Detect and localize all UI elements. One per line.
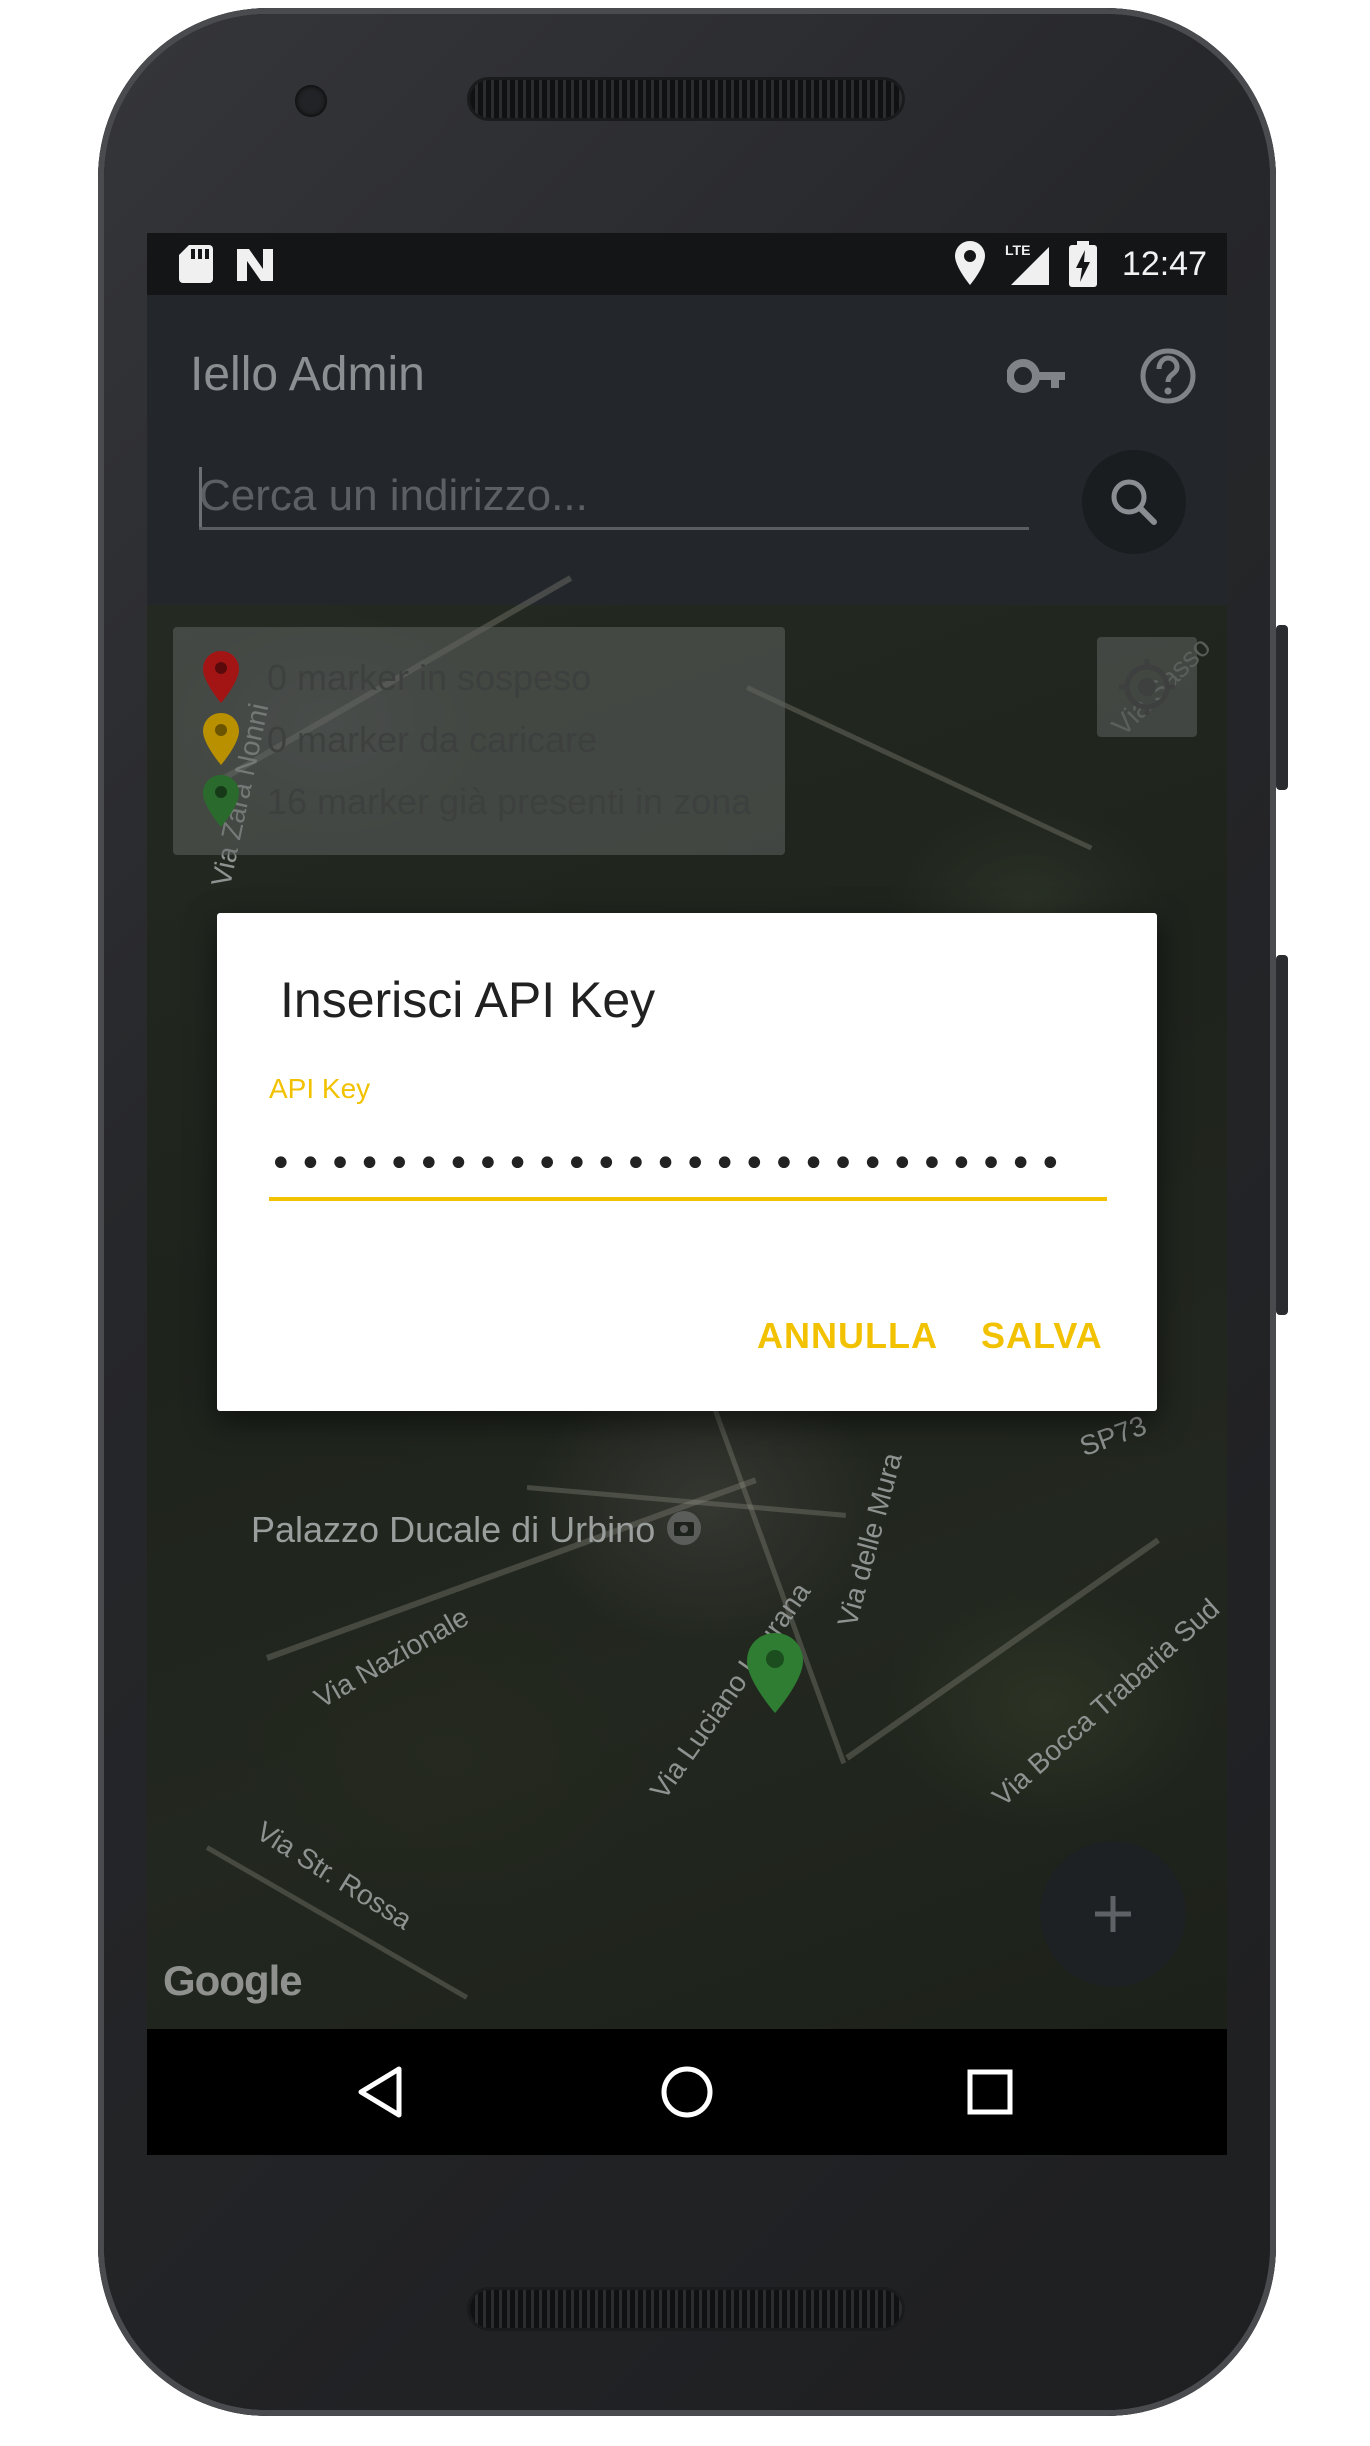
app-title: Iello Admin [190, 348, 425, 401]
nfc-n-icon [237, 249, 273, 281]
map-road [265, 1477, 757, 1661]
power-button [1276, 625, 1288, 790]
map-road [845, 1537, 1160, 1761]
legend-text: 0 marker da caricare [267, 719, 598, 760]
add-marker-fab[interactable] [1040, 1841, 1186, 1987]
map-label-palazzo: Palazzo Ducale di Urbino [251, 1509, 656, 1550]
search-icon [1111, 479, 1157, 525]
cancel-button[interactable]: ANNULLA [757, 1315, 938, 1357]
key-icon[interactable] [1007, 345, 1069, 407]
svg-text:LTE: LTE [1005, 242, 1030, 258]
map-road [745, 685, 1093, 851]
volume-rocker [1276, 955, 1288, 1315]
api-key-field-label: API Key [269, 1073, 371, 1104]
api-key-dialog: Inserisci API Key API Key ANNULLA SALVA [217, 913, 1157, 1411]
red-pin-icon [203, 651, 239, 703]
api-key-field[interactable] [269, 1131, 1107, 1201]
front-camera [295, 85, 327, 117]
legend-text: 0 marker in sospeso [267, 657, 592, 698]
search-button[interactable] [1082, 450, 1186, 554]
status-bar: LTE 12:47 [147, 233, 1227, 295]
earpiece-speaker [470, 80, 902, 118]
app-bar: Iello Admin [147, 295, 1227, 605]
map-label-street: Via Nazionale [309, 1601, 474, 1714]
camera-poi-icon [667, 1511, 701, 1545]
sd-card-icon [179, 245, 213, 283]
marker-pin-icon[interactable] [747, 1633, 803, 1713]
back-triangle-icon[interactable] [347, 2057, 417, 2127]
screen: LTE 12:47 Iello Admin Cerca un indirizzo… [147, 233, 1227, 2155]
help-circle-icon[interactable] [1137, 345, 1199, 407]
location-icon [955, 241, 985, 285]
green-pin-icon [203, 775, 239, 827]
legend-row-to-upload: 0 marker da caricare [173, 711, 785, 771]
lte-signal-icon: LTE [1005, 242, 1049, 285]
legend-row-pending: 0 marker in sospeso [173, 649, 785, 709]
plus-icon [1095, 1896, 1131, 1932]
map-label-street: Via delle Mura [831, 1449, 908, 1630]
text-caret [199, 467, 202, 527]
navigation-bar [147, 2029, 1227, 2155]
legend-row-present: 16 marker già presenti in zona [173, 773, 785, 833]
save-button[interactable]: SALVA [981, 1315, 1103, 1357]
legend-text: 16 marker già presenti in zona [267, 781, 752, 822]
recents-square-icon[interactable] [955, 2057, 1025, 2127]
my-location-button[interactable] [1097, 637, 1197, 737]
map-label-street: Via Bocca Trabaria Sud [986, 1592, 1226, 1813]
crosshair-location-icon [1119, 659, 1175, 715]
dialog-title: Inserisci API Key [280, 972, 656, 1028]
status-time: 12:47 [1121, 245, 1207, 283]
marker-legend: 0 marker in sospeso 0 marker da caricare… [173, 627, 785, 855]
google-attribution: Google [163, 1957, 303, 2004]
address-search-input[interactable] [199, 465, 1029, 530]
battery-charging-icon [1069, 241, 1097, 287]
bottom-speaker [470, 2290, 902, 2328]
map-label-street: SP73 [1075, 1409, 1151, 1463]
yellow-pin-icon [203, 713, 239, 765]
home-circle-icon[interactable] [652, 2057, 722, 2127]
